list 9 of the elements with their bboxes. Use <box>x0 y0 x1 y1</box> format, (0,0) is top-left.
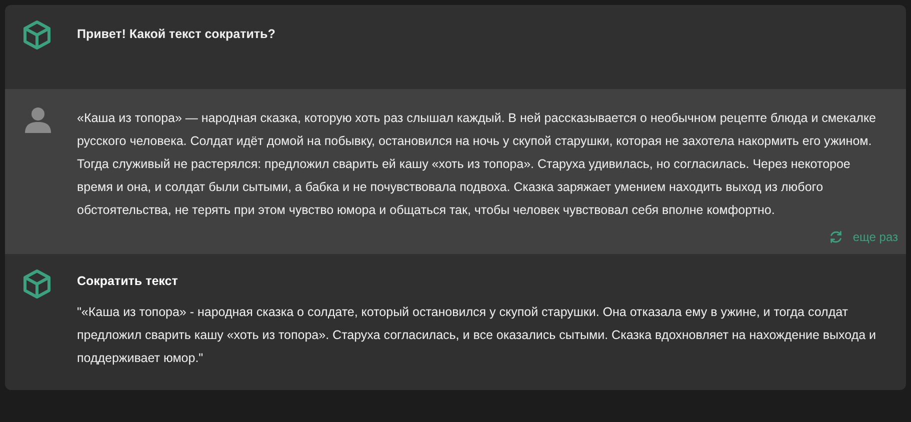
refresh-icon <box>828 230 843 244</box>
regenerate-button[interactable]: еще раз <box>828 228 898 246</box>
message-text: «Каша из топора» — народная сказка, которую хоть раз слышал каждый. В ней рассказывается о необычном рецепте блюда и смекалке русского человека. Солдат идёт домой на побывку, остановился на ночь у скупой старушки, которая не захотела накормить его ужином. Тогда служивый не растерялся: предложил сварить ей кашу «хоть из топора». Старуха удивилась, но согласилась. Через некоторое время и она, и солдат были сытыми, а бабка и не почувствовала подвоха. Сказка заряжает умением находить выход из любого обстоятельства, не терять при этом чувство юмора и общаться так, чтобы человек чувствовал себя вполне комфортно. <box>77 110 878 219</box>
message-text: Привет! Какой текст сократить? <box>77 26 276 43</box>
cube-icon <box>21 19 53 51</box>
message-title: Сократить текст <box>77 273 179 290</box>
user-avatar-icon <box>23 107 53 133</box>
cube-icon <box>21 268 53 300</box>
message-text: "«Каша из топора» - народная сказка о солдате, который остановился у скупой старушки. Она отказала ему в ужине, и тогда солдат предложил сварить кашу «хоть из топора». Старуха согласилась, и все оказались сытыми. Сказка вдохновляет на нахождение выхода и поддерживает юмор." <box>77 304 878 367</box>
